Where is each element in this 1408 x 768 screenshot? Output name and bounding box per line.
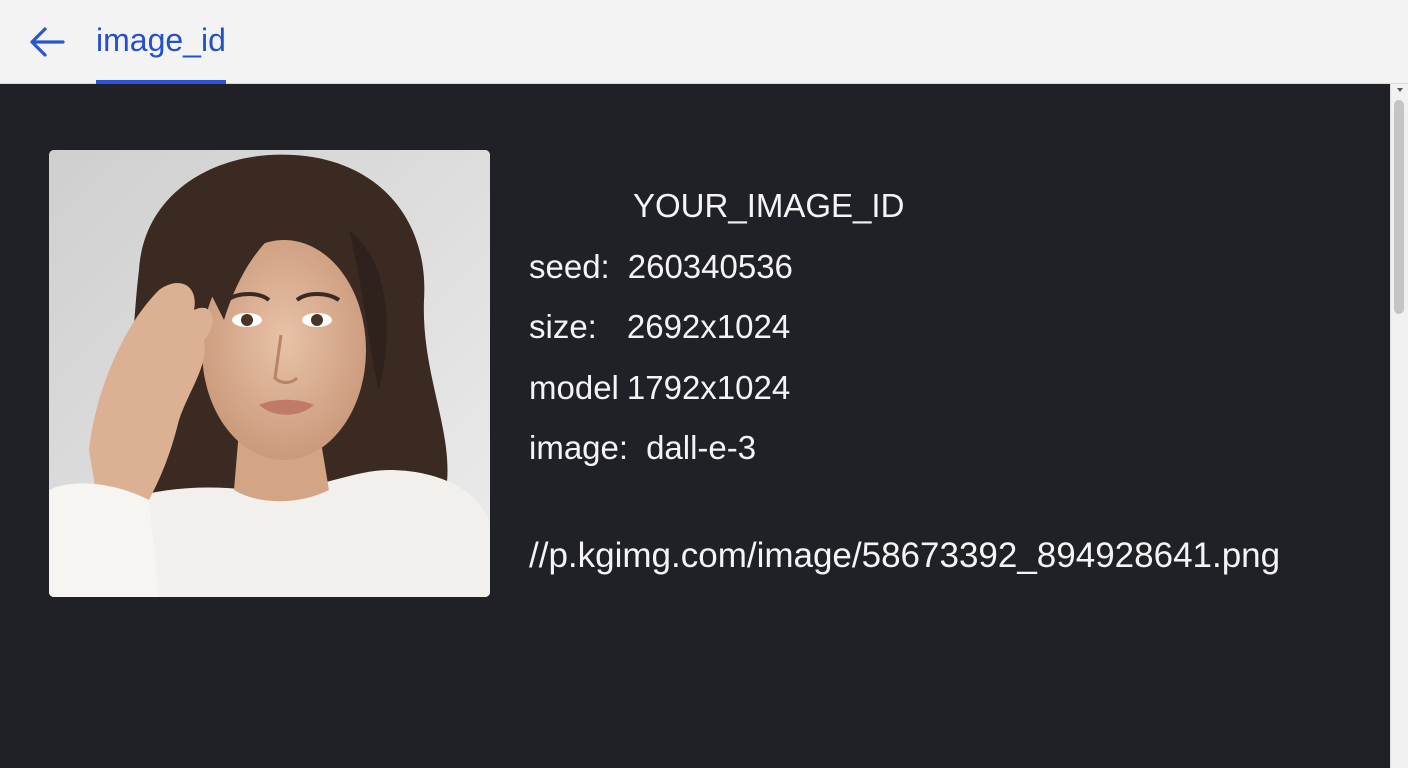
- image-url[interactable]: //p.kgimg.com/image/58673392_894928641.p…: [529, 536, 1280, 576]
- model-value: 1792x1024: [626, 368, 791, 406]
- image-row: image: dall-e-3: [529, 418, 904, 479]
- tab-label: image_id: [96, 21, 226, 58]
- tab-image-id[interactable]: image_id: [96, 0, 226, 84]
- scroll-up-arrow-icon[interactable]: [1397, 88, 1403, 92]
- top-bar: image_id: [0, 0, 1408, 84]
- vertical-scrollbar[interactable]: [1390, 84, 1408, 768]
- image-label: image:: [529, 429, 629, 466]
- model-row: model 1792x1024: [529, 358, 904, 419]
- generated-image-thumbnail[interactable]: [49, 150, 490, 597]
- scrollbar-thumb[interactable]: [1394, 100, 1404, 314]
- portrait-image: [49, 150, 490, 597]
- image-id-value: YOUR_IMAGE_ID: [633, 187, 905, 224]
- detail-panel: YOUR_IMAGE_ID seed: 260340536 size: 2692x1…: [0, 84, 1390, 768]
- seed-row: seed: 260340536: [529, 237, 904, 298]
- image-value: dall-e-3: [646, 429, 757, 466]
- arrow-left-icon: [30, 27, 65, 57]
- image-details: YOUR_IMAGE_ID seed: 260340536 size: 2692x1…: [529, 176, 904, 479]
- back-button[interactable]: [28, 24, 66, 60]
- size-row: size: 2692x1024: [529, 297, 904, 358]
- model-label: model: [529, 368, 619, 406]
- size-value: 2692x1024: [626, 308, 791, 345]
- seed-label: seed:: [529, 247, 610, 285]
- size-label: size:: [529, 308, 597, 345]
- seed-value: 260340536: [627, 247, 793, 285]
